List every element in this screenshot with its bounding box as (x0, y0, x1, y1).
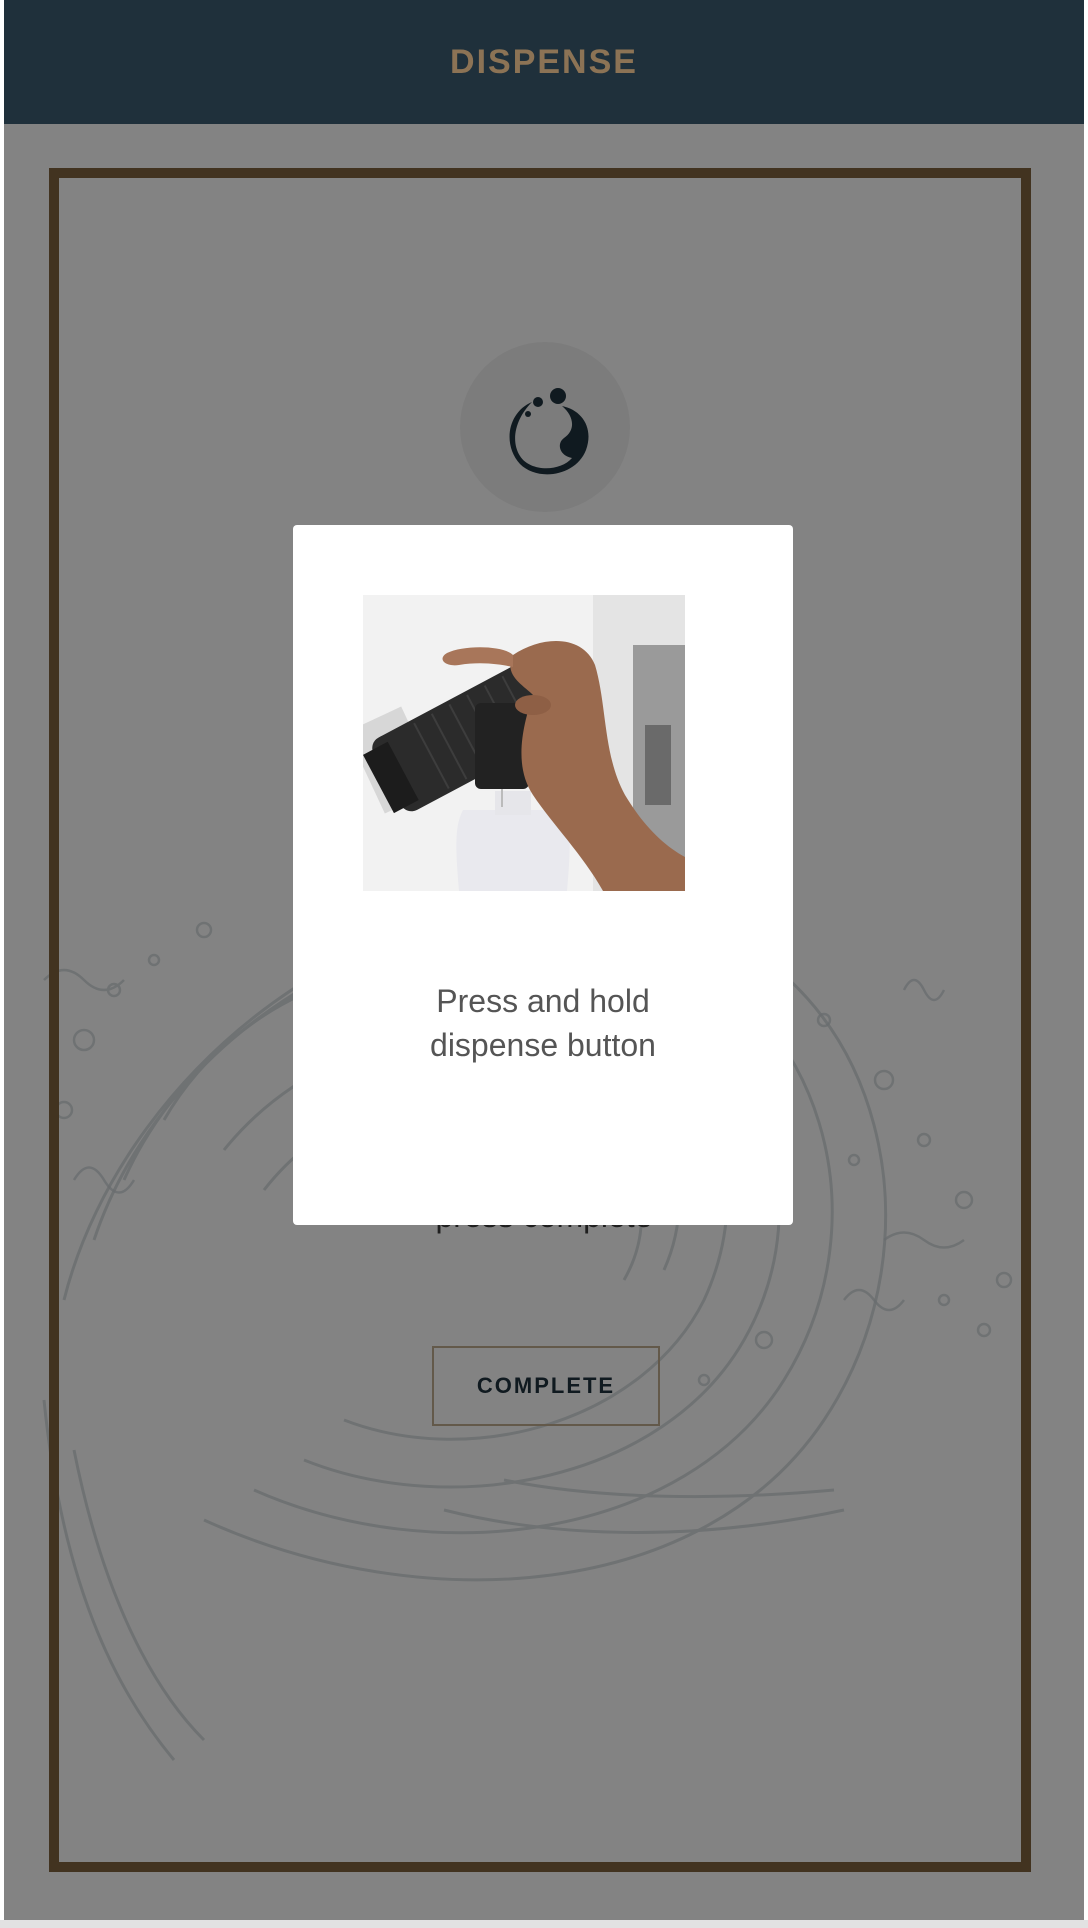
dispenser-photo (363, 595, 685, 891)
modal-text-line-1: Press and hold (436, 983, 650, 1019)
instruction-modal: Press and hold dispense button (293, 525, 793, 1225)
modal-instruction: Press and hold dispense button (333, 979, 753, 1067)
page-title: DISPENSE (450, 42, 638, 81)
modal-text-line-2: dispense button (430, 1027, 656, 1063)
app-screen: DISPENSE press complete COMPLETE (4, 0, 1084, 1920)
bottom-shadow (0, 1920, 1088, 1928)
app-header: DISPENSE (4, 0, 1084, 124)
